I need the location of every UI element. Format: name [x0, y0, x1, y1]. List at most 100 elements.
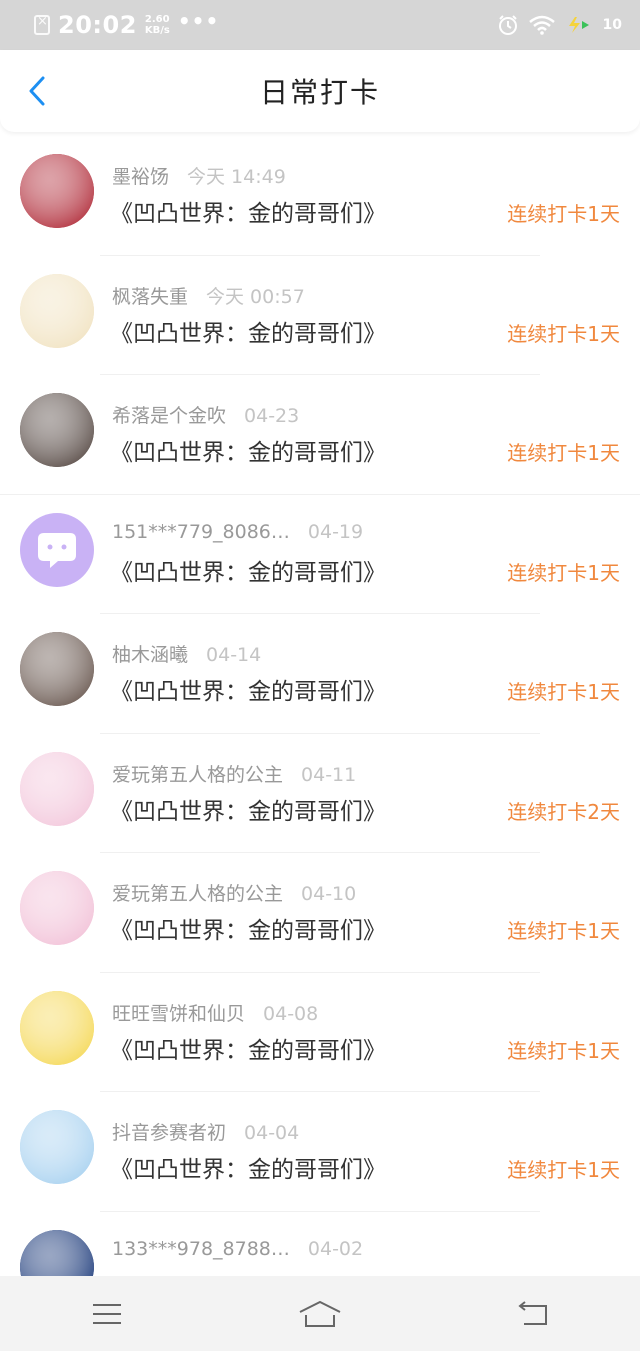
avatar-image — [20, 871, 94, 945]
user-name[interactable]: 柚木涵曦 — [112, 644, 188, 666]
checkin-time: 04-14 — [206, 644, 262, 666]
checkin-meta: 希落是个金吹 04-23 — [112, 401, 299, 428]
avatar-image — [20, 154, 94, 228]
user-name[interactable]: 枫落失重 — [112, 286, 188, 308]
network-speed-unit: KB/s — [144, 25, 170, 36]
page-title: 日常打卡 — [259, 76, 380, 109]
status-time: 20:02 — [58, 11, 137, 39]
list-item[interactable]: 旺旺雪饼和仙贝 04-08 《凹凸世界：金的哥哥们》 连续打卡1天 — [0, 973, 640, 1092]
alarm-icon — [498, 15, 517, 35]
game-title[interactable]: 《凹凸世界：金的哥哥们》 — [110, 314, 386, 348]
list-item[interactable]: 柚木涵曦 04-14 《凹凸世界：金的哥哥们》 连续打卡1天 — [0, 614, 640, 734]
streak-badge: 连续打卡1天 — [507, 1038, 620, 1063]
list-item[interactable]: 枫落失重 今天 00:57 《凹凸世界：金的哥哥们》 连续打卡1天 — [0, 256, 640, 375]
list-item[interactable]: 希落是个金吹 04-23 《凹凸世界：金的哥哥们》 连续打卡1天 — [0, 375, 640, 495]
avatar[interactable] — [20, 393, 94, 467]
avatar[interactable] — [20, 871, 94, 945]
avatar[interactable] — [20, 632, 94, 706]
checkin-time: 今天 14:49 — [187, 166, 286, 188]
checkin-meta: 枫落失重 今天 00:57 — [112, 282, 305, 309]
default-chat-avatar-icon — [20, 512, 94, 587]
list-item[interactable]: 墨裕饧 今天 14:49 《凹凸世界：金的哥哥们》 连续打卡1天 — [0, 136, 640, 256]
list-item[interactable]: 151***779_8086… 04-19 《凹凸世界：金的哥哥们》 连续打卡1天 — [0, 495, 640, 614]
avatar-image — [20, 1229, 94, 1276]
avatar[interactable] — [20, 1110, 94, 1184]
checkin-time: 04-08 — [263, 1002, 319, 1025]
game-title[interactable]: 《凹凸世界：金的哥哥们》 — [110, 911, 386, 945]
checkin-meta: 133***978_8788… 04-02 — [112, 1238, 363, 1260]
streak-badge: 连续打卡1天 — [507, 441, 620, 465]
home-button[interactable] — [290, 1294, 350, 1334]
network-speed-value: 2.60 — [144, 14, 170, 25]
checkin-time: 04-19 — [307, 520, 364, 543]
game-title[interactable]: 《凹凸世界：金的哥哥们》 — [110, 553, 386, 587]
avatar[interactable] — [20, 1229, 94, 1276]
game-title[interactable]: 《凹凸世界：金的哥哥们》 — [110, 672, 386, 706]
avatar-image — [20, 751, 94, 826]
avatar-image — [20, 1110, 94, 1184]
game-title[interactable]: 《凹凸世界：金的哥哥们》 — [110, 792, 386, 826]
avatar-image — [20, 273, 94, 348]
checkin-meta: 爱玩第五人格的公主 04-10 — [112, 879, 356, 906]
user-name[interactable]: 希落是个金吹 — [112, 405, 226, 427]
checkin-time: 04-02 — [307, 1237, 364, 1260]
game-title[interactable]: 《凹凸世界：金的哥哥们》 — [110, 433, 386, 467]
checkin-meta: 墨裕饧 今天 14:49 — [112, 162, 286, 189]
game-title[interactable]: 《凹凸世界：金的哥哥们》 — [110, 1031, 386, 1065]
streak-badge: 连续打卡1天 — [507, 321, 620, 346]
system-nav-bar — [0, 1276, 640, 1351]
charging-battery-icon — [568, 17, 589, 33]
avatar-image — [20, 990, 94, 1065]
game-title[interactable]: 《凹凸世界：金的哥哥们》 — [110, 194, 386, 228]
checkin-meta: 151***779_8086… 04-19 — [112, 521, 363, 543]
avatar[interactable] — [20, 751, 94, 826]
back-nav-button[interactable] — [503, 1294, 563, 1334]
checkin-meta: 抖音参赛者初 04-04 — [112, 1118, 299, 1145]
user-name[interactable]: 爱玩第五人格的公主 — [112, 883, 283, 905]
battery-level: 10 — [602, 17, 622, 33]
user-name[interactable]: 爱玩第五人格的公主 — [112, 764, 283, 786]
avatar[interactable] — [20, 990, 94, 1065]
checkin-meta: 旺旺雪饼和仙贝 04-08 — [112, 999, 318, 1026]
avatar-image — [20, 632, 94, 706]
chevron-left-icon — [29, 76, 45, 106]
avatar[interactable] — [20, 273, 94, 348]
no-sim-icon — [34, 14, 50, 35]
checkin-time: 今天 00:57 — [206, 285, 305, 308]
game-title[interactable]: 《凹凸世界：金的哥哥们》 — [110, 1150, 386, 1184]
checkin-time: 04-04 — [244, 1122, 300, 1144]
home-icon — [299, 1300, 341, 1327]
header-bar: 日常打卡 — [0, 50, 640, 132]
user-name[interactable]: 133***978_8788… — [112, 1238, 290, 1260]
user-name[interactable]: 旺旺雪饼和仙贝 — [112, 1003, 245, 1025]
list-item[interactable]: 爱玩第五人格的公主 04-11 《凹凸世界：金的哥哥们》 连续打卡2天 — [0, 734, 640, 853]
streak-badge: 连续打卡2天 — [507, 799, 620, 824]
checkin-time: 04-23 — [244, 405, 300, 427]
streak-badge: 连续打卡1天 — [507, 560, 620, 585]
more-notifications-icon: ••• — [177, 9, 220, 33]
streak-badge: 连续打卡1天 — [507, 1158, 620, 1182]
checkin-meta: 爱玩第五人格的公主 04-11 — [112, 760, 356, 787]
menu-button[interactable] — [77, 1294, 137, 1334]
streak-badge: 连续打卡1天 — [507, 919, 620, 943]
streak-badge: 连续打卡1天 — [507, 202, 620, 226]
back-arrow-icon — [518, 1300, 548, 1325]
streak-badge: 连续打卡1天 — [507, 680, 620, 704]
checkin-time: 04-10 — [301, 883, 357, 905]
checkin-list[interactable]: 墨裕饧 今天 14:49 《凹凸世界：金的哥哥们》 连续打卡1天 枫落失重 今天 0… — [0, 136, 640, 1276]
checkin-time: 04-11 — [301, 763, 357, 786]
status-bar: 20:02 2.60 KB/s ••• 10 — [0, 0, 640, 50]
list-item[interactable]: 133***978_8788…04-02 《凹凸世界：金的哥哥们》 连续打卡1天 — [0, 1212, 640, 1276]
checkin-meta: 柚木涵曦 04-14 — [112, 640, 261, 667]
menu-icon — [92, 1303, 121, 1324]
back-button[interactable] — [20, 74, 54, 108]
list-item[interactable]: 抖音参赛者初 04-04 《凹凸世界：金的哥哥们》 连续打卡1天 — [0, 1092, 640, 1212]
user-name[interactable]: 151***779_8086… — [112, 521, 290, 543]
user-name[interactable]: 墨裕饧 — [112, 166, 169, 188]
user-name[interactable]: 抖音参赛者初 — [112, 1122, 226, 1144]
avatar[interactable] — [20, 512, 94, 587]
avatar-image — [20, 393, 94, 467]
wifi-icon — [528, 15, 555, 35]
avatar[interactable] — [20, 154, 94, 228]
list-item[interactable]: 爱玩第五人格的公主 04-10 《凹凸世界：金的哥哥们》 连续打卡1天 — [0, 853, 640, 973]
